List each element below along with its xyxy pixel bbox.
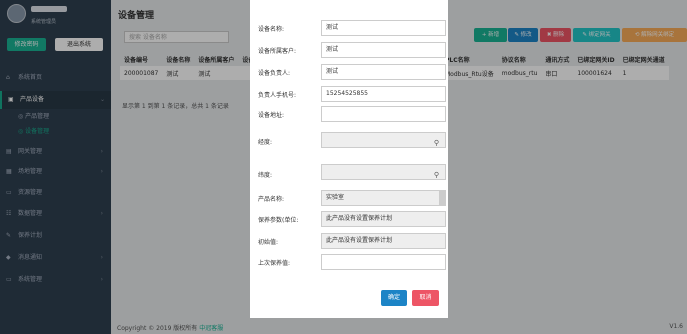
field-label: 设备名称: bbox=[258, 26, 285, 33]
owner-input[interactable]: 测试 bbox=[321, 64, 446, 80]
product-select[interactable]: 实验室 bbox=[321, 190, 446, 206]
field-label: 初始值: bbox=[258, 239, 279, 246]
field-label: 经度: bbox=[258, 139, 273, 146]
last-maintenance-input[interactable] bbox=[321, 254, 446, 270]
cancel-button[interactable]: 取消 bbox=[412, 290, 439, 306]
field-label: 上次保养值: bbox=[258, 260, 291, 267]
address-input[interactable] bbox=[321, 106, 446, 122]
select-scrollbar[interactable] bbox=[439, 191, 445, 205]
maintenance-param-field: 此产品没有设置保养计划 bbox=[321, 211, 446, 227]
device-edit-modal: 设备名称: 测试 设备所属客户: 测试 设备负责人: 测试 负责人手机号: 15… bbox=[250, 0, 448, 318]
map-pin-icon[interactable]: ⚲ bbox=[434, 136, 439, 150]
longitude-input[interactable]: ⚲ bbox=[321, 132, 446, 148]
field-label: 产品名称: bbox=[258, 196, 285, 203]
initial-value-field: 此产品没有设置保养计划 bbox=[321, 233, 446, 249]
field-label: 设备所属客户: bbox=[258, 48, 297, 55]
map-pin-icon[interactable]: ⚲ bbox=[434, 168, 439, 182]
device-name-input[interactable]: 测试 bbox=[321, 20, 446, 36]
latitude-input[interactable]: ⚲ bbox=[321, 164, 446, 180]
customer-input[interactable]: 测试 bbox=[321, 42, 446, 58]
confirm-button[interactable]: 确定 bbox=[381, 290, 407, 306]
field-label: 负责人手机号: bbox=[258, 92, 297, 99]
field-label: 纬度: bbox=[258, 172, 273, 179]
field-label: 保养参数(单位: bbox=[258, 217, 299, 224]
phone-input[interactable]: 15254525855 bbox=[321, 86, 446, 102]
field-label: 设备地址: bbox=[258, 112, 285, 119]
field-label: 设备负责人: bbox=[258, 70, 291, 77]
